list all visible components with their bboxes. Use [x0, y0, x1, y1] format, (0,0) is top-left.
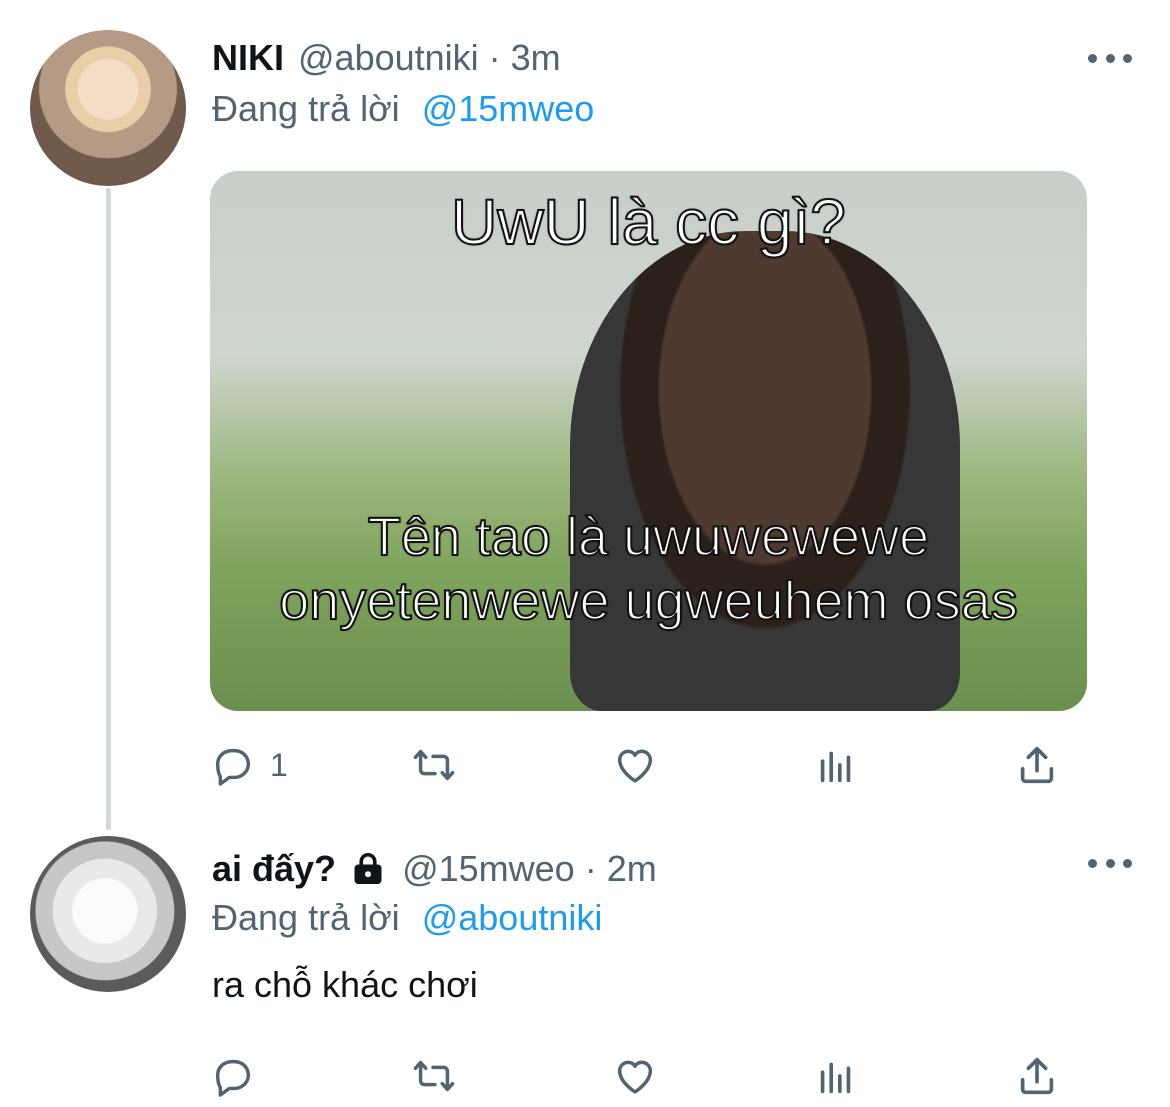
meme-top-caption: UwU là cc gì?: [450, 185, 847, 259]
tweet-header: ai đấy? @15mweo · 2m: [212, 847, 657, 891]
mention-link[interactable]: @15mweo: [422, 88, 595, 129]
retweet-icon: [413, 1060, 455, 1092]
retweet-button[interactable]: [411, 742, 531, 788]
thread-connector-line: [106, 188, 111, 830]
reply-count: 1: [270, 746, 288, 783]
replying-to-label: Đang trả lời: [212, 897, 400, 938]
reply-icon: [215, 748, 251, 786]
tweet-text: ra chỗ khác chơi: [212, 964, 478, 1005]
meme-image: [570, 231, 960, 711]
separator-dot: ·: [488, 37, 501, 78]
more-button[interactable]: [1088, 48, 1132, 68]
heart-icon: [617, 1060, 653, 1094]
user-handle[interactable]: @15mweo: [402, 847, 575, 891]
user-name[interactable]: ai đấy?: [212, 847, 336, 891]
share-button[interactable]: [1014, 742, 1060, 788]
tweet-thread: NIKI @aboutniki · 3m Đang trả lời @15mwe…: [0, 0, 1170, 1107]
reply-icon: [215, 1059, 251, 1097]
user-handle[interactable]: @aboutniki: [298, 36, 479, 80]
tweet-time[interactable]: 3m: [511, 36, 561, 80]
like-button[interactable]: [612, 1053, 732, 1099]
more-icon: [1105, 53, 1115, 63]
heart-icon: [617, 749, 653, 783]
reply-button[interactable]: 1: [210, 742, 330, 788]
separator-dot: ·: [584, 848, 597, 889]
reply-button[interactable]: [210, 1053, 330, 1099]
more-icon: [1123, 858, 1132, 868]
lock-icon: [348, 849, 388, 889]
tweet-actions: 1: [210, 738, 1060, 792]
analytics-icon: [820, 751, 851, 783]
analytics-button[interactable]: [813, 742, 933, 788]
avatar[interactable]: [30, 30, 186, 186]
user-name[interactable]: NIKI: [212, 36, 284, 80]
more-icon: [1088, 53, 1097, 63]
retweet-button[interactable]: [411, 1053, 531, 1099]
replying-to-label: Đang trả lời: [212, 88, 400, 129]
tweet-header: NIKI @aboutniki · 3m: [212, 36, 561, 80]
like-button[interactable]: [612, 742, 732, 788]
share-button[interactable]: [1014, 1053, 1060, 1099]
analytics-button[interactable]: [813, 1053, 933, 1099]
more-icon: [1105, 858, 1115, 868]
more-button[interactable]: [1088, 853, 1132, 873]
share-icon: [1020, 746, 1054, 784]
tweet-actions: [210, 1049, 1060, 1103]
avatar[interactable]: [30, 836, 186, 992]
retweet-icon: [413, 749, 455, 781]
share-icon: [1020, 1057, 1054, 1095]
replying-to: Đang trả lời @aboutniki: [212, 896, 602, 940]
meme-bottom-caption: Tên tao là uwuwewewe onyetenwewe ugweuhe…: [278, 506, 1018, 632]
more-icon: [1123, 53, 1132, 63]
tweet-time[interactable]: 2m: [607, 847, 657, 891]
tweet-media[interactable]: UwU là cc gì? Tên tao là uwuwewewe onyet…: [210, 171, 1087, 711]
replying-to: Đang trả lời @15mweo: [212, 87, 594, 131]
mention-link[interactable]: @aboutniki: [422, 897, 603, 938]
analytics-icon: [820, 1062, 851, 1094]
more-icon: [1088, 858, 1097, 868]
